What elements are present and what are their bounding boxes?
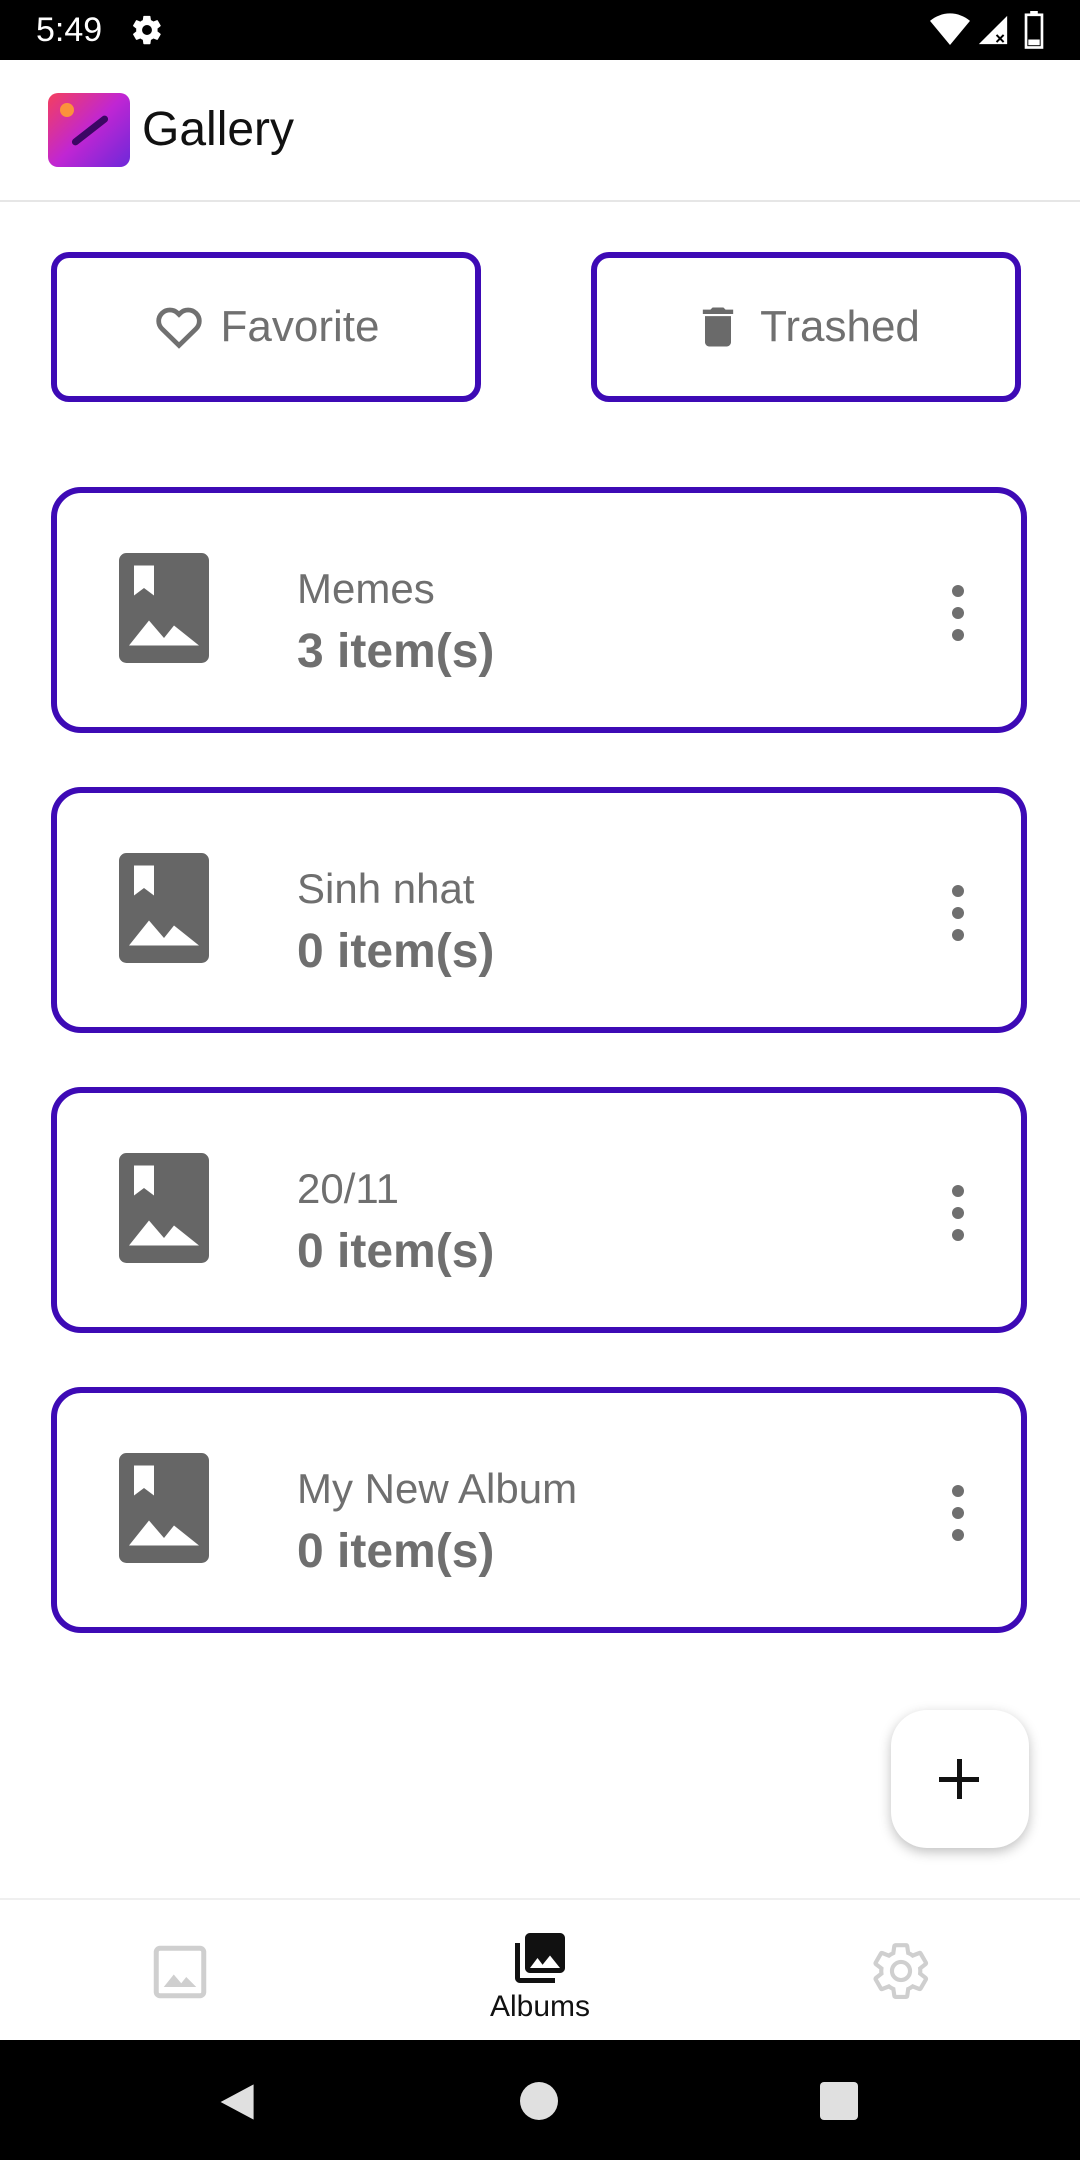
album-image-icon (119, 1453, 209, 1563)
nav-label-albums: Albums (489, 1990, 591, 2023)
nav-item-albums[interactable]: Albums (450, 1900, 630, 2042)
album-image-icon (119, 853, 209, 963)
favorite-button[interactable]: Favorite (51, 252, 481, 402)
more-vert-icon[interactable] (950, 1185, 966, 1241)
back-icon[interactable] (214, 2080, 258, 2124)
album-item-count: 0 item(s) (297, 925, 495, 978)
more-vert-icon[interactable] (950, 885, 966, 941)
album-card[interactable]: Memes 3 item(s) (51, 487, 1027, 733)
trashed-button[interactable]: Trashed (591, 252, 1021, 402)
add-album-button[interactable] (891, 1710, 1029, 1848)
more-vert-icon[interactable] (950, 585, 966, 641)
settings-icon (873, 1943, 929, 1999)
system-nav-bar (0, 2040, 1080, 2160)
recents-icon[interactable] (820, 2082, 858, 2120)
album-image-icon (119, 553, 209, 663)
app-logo-icon (48, 93, 130, 167)
favorite-label: Favorite (220, 302, 380, 351)
nav-item-photos[interactable] (110, 1900, 250, 2042)
heart-icon (155, 307, 202, 349)
signal-icon (978, 15, 1008, 45)
album-item-count: 0 item(s) (297, 1225, 495, 1278)
trash-icon (702, 307, 734, 347)
album-card[interactable]: Sinh nhat 0 item(s) (51, 787, 1027, 1033)
albums-icon (515, 1933, 565, 1983)
battery-icon (1024, 11, 1044, 49)
app-bar: Gallery (0, 60, 1080, 202)
home-icon[interactable] (520, 2082, 558, 2120)
app-title: Gallery (142, 103, 295, 156)
trashed-label: Trashed (760, 302, 920, 351)
status-bar: 5:49 (0, 0, 1080, 60)
settings-gear-icon (133, 15, 161, 45)
album-card[interactable]: 20/11 0 item(s) (51, 1087, 1027, 1333)
album-name: 20/11 (297, 1165, 399, 1212)
album-card[interactable]: My New Album 0 item(s) (51, 1387, 1027, 1633)
album-item-count: 0 item(s) (297, 1525, 495, 1578)
wifi-icon (930, 13, 970, 46)
album-name: My New Album (297, 1465, 578, 1512)
photo-icon (153, 1945, 207, 1999)
nav-item-settings[interactable] (830, 1900, 970, 2042)
album-item-count: 3 item(s) (297, 625, 495, 678)
album-name: Sinh nhat (297, 865, 475, 912)
more-vert-icon[interactable] (950, 1485, 966, 1541)
album-name: Memes (297, 565, 435, 612)
album-image-icon (119, 1153, 209, 1263)
status-time: 5:49 (36, 11, 103, 49)
bottom-nav: Albums (0, 1898, 1080, 2042)
